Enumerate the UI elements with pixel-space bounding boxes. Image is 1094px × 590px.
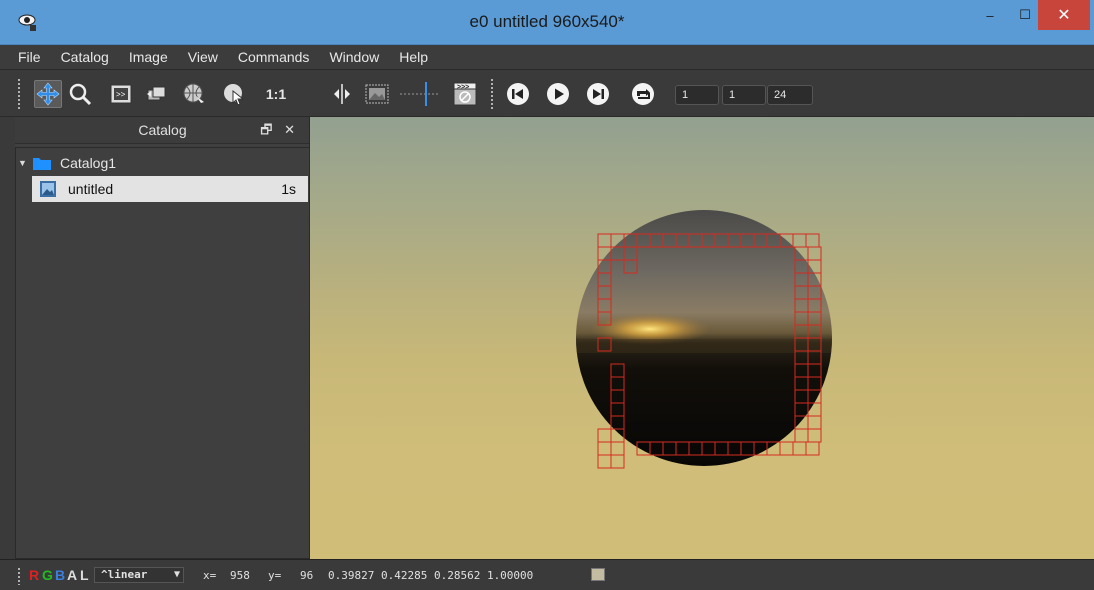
skip-start-icon — [507, 83, 529, 105]
channel-r-toggle[interactable]: R — [29, 567, 39, 583]
image-file-icon — [40, 181, 56, 197]
layers-icon — [147, 86, 166, 101]
loop-button[interactable] — [629, 80, 657, 108]
render-bucket — [597, 441, 612, 456]
zoom-button[interactable] — [66, 80, 94, 108]
gamma-value: ^linear — [101, 568, 148, 581]
pan-tool-button[interactable] — [34, 80, 62, 108]
catalog-folder-label: Catalog1 — [60, 155, 117, 171]
timeline-icon — [400, 82, 440, 106]
skip-end-icon — [587, 83, 609, 105]
filmstrip-icon: >> — [110, 84, 132, 104]
render-bucket — [807, 246, 822, 261]
channel-a-toggle[interactable]: A — [67, 567, 77, 583]
skip-start-button[interactable] — [504, 80, 532, 108]
render-bucket — [807, 428, 822, 443]
minimize-button[interactable]: – — [970, 0, 1010, 30]
filmstrip-button[interactable]: >> — [107, 80, 135, 108]
loop-icon — [632, 83, 654, 105]
menu-commands[interactable]: Commands — [228, 49, 320, 65]
render-bucket — [610, 441, 625, 456]
clapper-icon: >>> — [453, 82, 477, 106]
zoom-icon — [69, 83, 92, 106]
skip-end-button[interactable] — [584, 80, 612, 108]
rendered-sphere — [576, 210, 832, 466]
clapper-button[interactable]: >>> — [451, 80, 479, 108]
channel-g-toggle[interactable]: G — [42, 567, 53, 583]
render-bucket — [805, 233, 820, 248]
picture-icon — [365, 84, 389, 104]
one-to-one-button[interactable]: 1:1 — [262, 80, 290, 108]
menu-file[interactable]: File — [8, 49, 51, 65]
menu-image[interactable]: Image — [119, 49, 178, 65]
catalog-item-duration: 1s — [281, 181, 296, 197]
render-canvas — [576, 210, 832, 469]
toolbar-grip-2[interactable] — [490, 78, 494, 110]
play-icon — [547, 83, 569, 105]
picture-button[interactable] — [363, 80, 391, 108]
split-button[interactable] — [328, 80, 356, 108]
channel-b-toggle[interactable]: B — [55, 567, 65, 583]
frame-start-field[interactable]: 1 — [675, 85, 719, 105]
svg-text:>>: >> — [116, 90, 126, 99]
pixel-color-swatch — [591, 568, 605, 581]
pan-tool-icon — [36, 82, 60, 106]
folder-icon — [33, 158, 51, 170]
globe-button[interactable] — [180, 80, 208, 108]
title-bar[interactable]: e0 untitled 960x540* – ☐ ✕ — [0, 0, 1094, 45]
split-icon — [334, 84, 350, 104]
menu-bar: File Catalog Image View Commands Window … — [0, 45, 1094, 69]
close-button[interactable]: ✕ — [1038, 0, 1090, 30]
menu-catalog[interactable]: Catalog — [51, 49, 119, 65]
y-coordinate: 96 — [300, 569, 314, 582]
menu-window[interactable]: Window — [319, 49, 389, 65]
render-bucket — [779, 441, 794, 456]
render-bucket — [807, 415, 822, 430]
layers-button[interactable] — [143, 80, 171, 108]
image-viewport[interactable] — [310, 117, 1094, 559]
frame-current-field[interactable]: 1 — [722, 85, 766, 105]
panel-float-close-icons[interactable]: 🗗 ✕ — [260, 121, 299, 143]
gamma-dropdown[interactable]: ^linear ▼ — [94, 567, 184, 583]
render-bucket — [597, 428, 612, 443]
status-bar-grip[interactable] — [17, 567, 21, 585]
render-bucket — [597, 454, 612, 469]
catalog-tree: ▼ Catalog1 untitled 1s — [15, 147, 310, 559]
x-coordinate: 958 — [230, 569, 250, 582]
globe-icon — [183, 83, 204, 103]
timeline-button[interactable] — [400, 80, 440, 108]
catalog-panel: Catalog 🗗 ✕ ▼ Catalog1 untitled 1s — [15, 117, 310, 559]
catalog-item-row[interactable]: untitled 1s — [32, 176, 308, 202]
frame-rate-field[interactable]: 24 — [767, 85, 813, 105]
expand-arrow-icon[interactable]: ▼ — [18, 158, 27, 168]
catalog-folder-row[interactable]: ▼ Catalog1 — [16, 150, 309, 176]
render-bucket — [610, 454, 625, 469]
render-bucket — [792, 441, 807, 456]
render-bucket — [792, 233, 807, 248]
one-to-one-icon: 1:1 — [265, 86, 287, 102]
toolbar-grip[interactable] — [17, 78, 21, 110]
catalog-panel-header: Catalog 🗗 ✕ — [15, 117, 309, 144]
render-bucket — [597, 233, 612, 248]
pixel-rgba-values: 0.39827 0.42285 0.28562 1.00000 — [328, 569, 534, 582]
play-button[interactable] — [544, 80, 572, 108]
channel-l-toggle[interactable]: L — [80, 567, 89, 583]
y-label: y= — [268, 569, 282, 582]
render-bucket — [805, 441, 820, 456]
catalog-item-label: untitled — [68, 181, 114, 197]
menu-view[interactable]: View — [178, 49, 228, 65]
window-title: e0 untitled 960x540* — [469, 12, 625, 31]
toolbar: >> 1:1 >>> 1 1 24 — [0, 69, 1094, 117]
cursor-icon — [224, 84, 245, 106]
pick-button[interactable] — [220, 80, 248, 108]
x-label: x= — [203, 569, 217, 582]
status-bar: R G B A L ^linear ▼ x= 958 y= 96 0.39827… — [0, 559, 1094, 590]
render-bucket — [794, 428, 809, 443]
dropdown-arrow-icon: ▼ — [173, 569, 180, 580]
maximize-button[interactable]: ☐ — [1008, 0, 1042, 30]
menu-help[interactable]: Help — [389, 49, 438, 65]
